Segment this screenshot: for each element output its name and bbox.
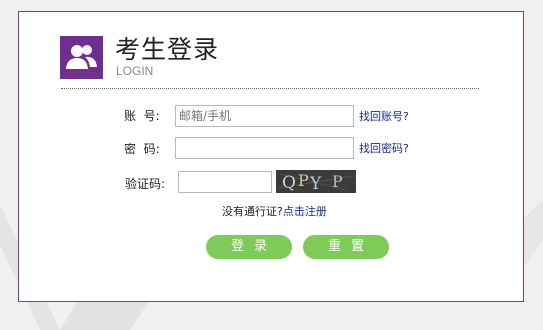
page-subtitle: LOGIN: [116, 64, 154, 78]
users-icon: [60, 36, 103, 79]
login-panel: 考生登录 LOGIN 账 号: 找回账号? 密 码: 找回密码? 验证码: Q …: [18, 11, 524, 302]
captcha-image[interactable]: Q P Y P: [276, 170, 356, 194]
svg-text:Q: Q: [282, 173, 296, 193]
register-link[interactable]: 点击注册: [283, 205, 327, 218]
login-button[interactable]: 登录: [206, 235, 292, 259]
svg-text:P: P: [298, 171, 309, 190]
password-label: 密 码:: [124, 142, 160, 156]
forgot-password-link[interactable]: 找回密码?: [359, 142, 409, 156]
captcha-graphic: Q P Y P: [276, 170, 356, 194]
reset-button[interactable]: 重置: [303, 235, 389, 259]
account-label: 账 号:: [124, 109, 160, 123]
no-pass-text: 没有通行证?: [222, 205, 283, 218]
account-input[interactable]: [175, 105, 354, 127]
password-input[interactable]: [175, 137, 354, 159]
svg-text:P: P: [332, 172, 343, 191]
register-line: 没有通行证?点击注册: [222, 205, 327, 219]
forgot-account-link[interactable]: 找回账号?: [359, 110, 409, 124]
page-title: 考生登录: [115, 35, 220, 64]
captcha-input[interactable]: [178, 171, 272, 193]
captcha-label: 验证码:: [125, 177, 166, 191]
divider: [61, 88, 479, 89]
svg-text:Y: Y: [309, 174, 322, 193]
